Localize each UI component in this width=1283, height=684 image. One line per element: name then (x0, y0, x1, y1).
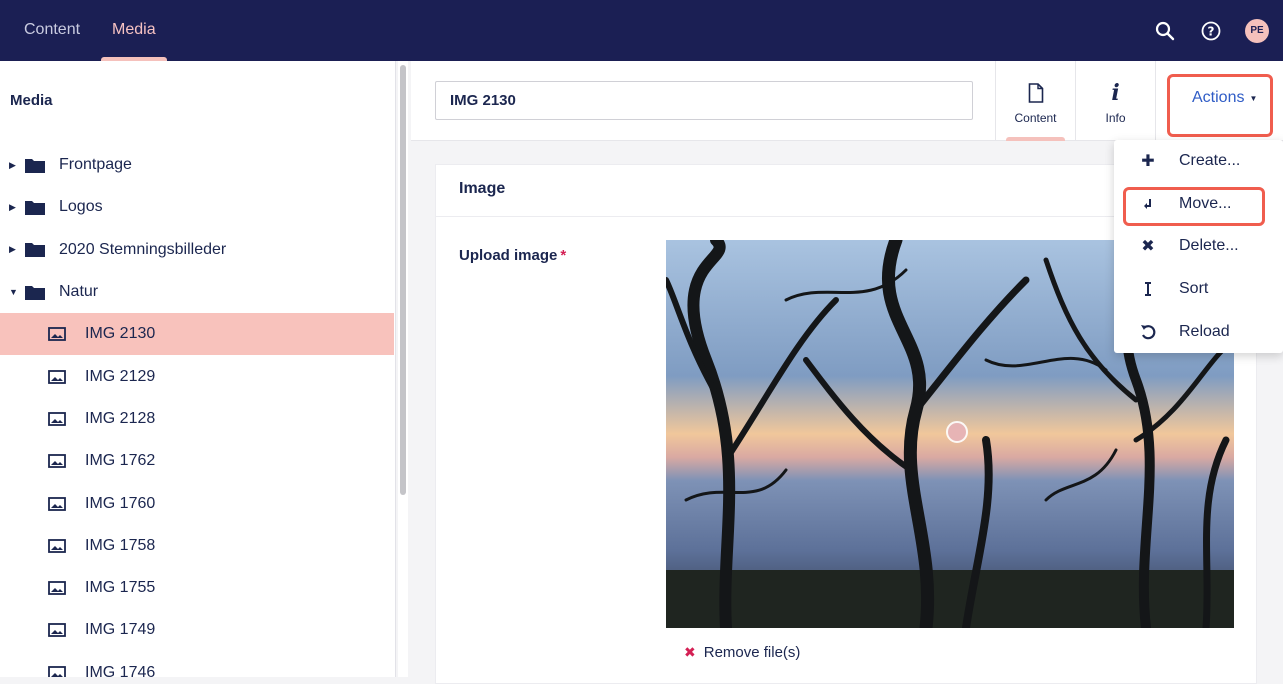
tree-image-item[interactable]: IMG 1746 (0, 652, 394, 677)
actions-button[interactable]: Actions ▼ (1192, 89, 1257, 107)
delete-icon: ✖ (1141, 238, 1155, 255)
image-icon (48, 326, 68, 342)
app-tab-info[interactable]: i Info (1075, 61, 1155, 141)
menu-item-delete[interactable]: ✖ Delete... (1114, 225, 1283, 267)
help-icon[interactable]: ? (1199, 19, 1223, 43)
sort-icon (1140, 281, 1156, 297)
document-icon (1028, 81, 1044, 105)
remove-files-link[interactable]: ✖ Remove file(s) (684, 644, 800, 661)
tree-item-label: IMG 1749 (85, 621, 156, 639)
menu-item-sort[interactable]: Sort (1114, 268, 1283, 310)
menu-item-create[interactable]: ✚ Create... (1114, 140, 1283, 182)
folder-icon (25, 242, 45, 258)
tree-image-item[interactable]: IMG 1758 (0, 525, 394, 567)
menu-item-label: Delete... (1179, 237, 1239, 254)
tree-item-label: IMG 1762 (85, 452, 156, 470)
scrollbar-thumb[interactable] (400, 65, 406, 495)
upload-image-label: Upload image * (459, 247, 566, 264)
section-tab-content[interactable]: Content (13, 0, 91, 61)
search-icon[interactable] (1153, 19, 1177, 43)
tree-item-label: IMG 1746 (85, 663, 156, 677)
menu-item-label: Reload (1179, 323, 1230, 340)
actions-dropdown-menu: ✚ Create... Move... ✖ Delete... Sort Rel… (1114, 140, 1283, 353)
media-tree: ▶ Frontpage ▶ Logos ▶ 2020 Stemningsbill… (0, 144, 394, 677)
top-header: Content Media ? PE (0, 0, 1283, 61)
folder-icon (25, 284, 45, 300)
image-icon (48, 453, 68, 469)
tree-image-item[interactable]: IMG 1755 (0, 567, 394, 609)
folder-icon (25, 157, 45, 173)
tree-item-label: Natur (59, 283, 99, 301)
folder-icon (25, 199, 45, 215)
image-icon (48, 622, 68, 638)
tree-item-label: IMG 1758 (85, 536, 156, 554)
required-mark: * (560, 247, 567, 264)
sidebar-title[interactable]: Media (10, 92, 53, 109)
tree-image-item[interactable]: IMG 1760 (0, 482, 394, 524)
image-icon (48, 496, 68, 512)
panel-title: Image (459, 180, 506, 197)
caret-right-icon[interactable]: ▶ (9, 202, 17, 213)
tree-item-label: IMG 1755 (85, 579, 156, 597)
editor-header: Content i Info Actions ▼ (411, 61, 1283, 141)
image-icon (48, 369, 68, 385)
close-icon: ✖ (684, 644, 696, 660)
tab-label: Content (1014, 111, 1057, 125)
tree-item-label: 2020 Stemningsbilleder (59, 240, 227, 258)
tree-item-label: IMG 2129 (85, 367, 156, 385)
tree-item-label: IMG 1760 (85, 494, 156, 512)
media-name-input[interactable] (435, 81, 973, 120)
caret-down-icon[interactable]: ▼ (9, 287, 18, 297)
tree-item-label: IMG 2130 (85, 325, 156, 343)
tree-image-item[interactable]: IMG 1749 (0, 609, 394, 651)
caret-right-icon[interactable]: ▶ (9, 244, 17, 255)
section-tab-media[interactable]: Media (101, 0, 167, 61)
app-tab-content[interactable]: Content (995, 61, 1075, 141)
tree-folder-frontpage[interactable]: ▶ Frontpage (0, 144, 394, 186)
tree-item-label: Logos (59, 198, 103, 216)
caret-down-icon: ▼ (1249, 93, 1258, 103)
caret-right-icon[interactable]: ▶ (9, 160, 17, 171)
image-icon (48, 538, 68, 554)
plus-icon: ✚ (1141, 153, 1155, 170)
header-tools: ? PE (1153, 0, 1269, 61)
tree-item-label: Frontpage (59, 156, 132, 174)
move-highlight-box (1123, 187, 1265, 226)
field-label-text: Upload image (459, 247, 558, 264)
actions-label: Actions (1192, 89, 1245, 106)
tree-item-label: IMG 2128 (85, 409, 156, 427)
sidebar-scrollbar[interactable] (398, 61, 408, 677)
tree-image-item[interactable]: IMG 2128 (0, 398, 394, 440)
tree-image-item[interactable]: IMG 2129 (0, 355, 394, 397)
user-avatar[interactable]: PE (1245, 18, 1269, 43)
section-nav: Content Media (0, 0, 167, 61)
menu-item-label: Create... (1179, 152, 1241, 169)
image-icon (48, 411, 68, 427)
tree-folder-natur[interactable]: ▼ Natur (0, 271, 394, 313)
info-icon: i (1111, 80, 1120, 106)
image-icon (48, 665, 68, 677)
menu-item-reload[interactable]: Reload (1114, 311, 1283, 353)
tree-folder-stemningsbilleder[interactable]: ▶ 2020 Stemningsbilleder (0, 229, 394, 271)
reload-icon (1140, 324, 1156, 340)
menu-item-label: Sort (1179, 280, 1209, 297)
remove-files-label: Remove file(s) (703, 644, 801, 661)
tree-image-item[interactable]: IMG 2130 (0, 313, 394, 356)
tree-folder-logos[interactable]: ▶ Logos (0, 186, 394, 228)
media-tree-sidebar: Media ▶ Frontpage ▶ Logos ▶ 2020 Stemnin… (0, 61, 396, 677)
image-icon (48, 580, 68, 596)
tab-label: Info (1105, 111, 1126, 125)
svg-text:?: ? (1208, 24, 1215, 38)
tree-image-item[interactable]: IMG 1762 (0, 440, 394, 482)
